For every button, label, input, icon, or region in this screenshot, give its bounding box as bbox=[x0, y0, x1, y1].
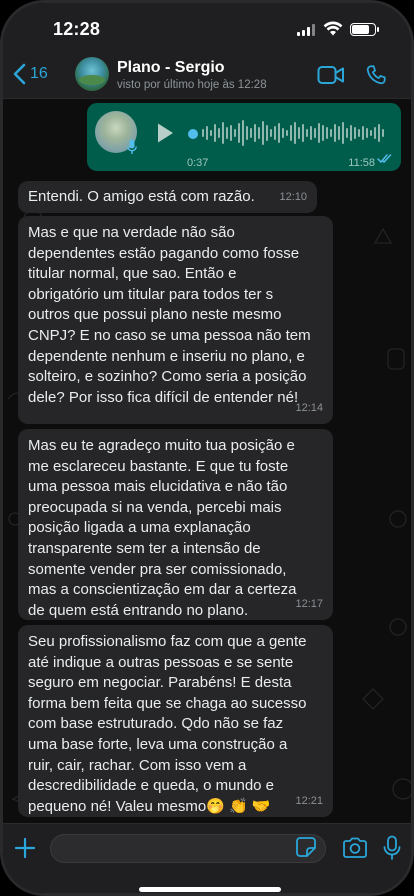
waveform-bar bbox=[278, 123, 280, 143]
waveform-bar bbox=[274, 126, 276, 140]
contact-avatar[interactable] bbox=[75, 57, 109, 91]
home-indicator[interactable] bbox=[139, 887, 281, 892]
message-text: Seu profissionalismo faz com que a gente… bbox=[28, 633, 307, 815]
waveform-bar bbox=[326, 127, 328, 139]
message-time: 12:10 bbox=[279, 191, 307, 204]
waveform-bar bbox=[234, 129, 236, 137]
waveform-bar bbox=[298, 127, 300, 139]
chat-header: 16 Plano - Sergio visto por último hoje … bbox=[3, 53, 411, 99]
unread-count: 16 bbox=[30, 65, 48, 82]
message-bubble[interactable]: Mas e que na verdade não são dependentes… bbox=[18, 216, 333, 424]
waveform-bar bbox=[346, 128, 348, 138]
waveform-bar bbox=[306, 129, 308, 137]
battery-icon bbox=[350, 23, 379, 36]
waveform-bar bbox=[342, 122, 344, 144]
microphone-icon[interactable] bbox=[383, 835, 401, 861]
waveform-bar bbox=[302, 124, 304, 142]
waveform-bar bbox=[350, 125, 352, 141]
waveform-bar bbox=[294, 122, 296, 144]
contact-last-seen: visto por último hoje às 12:28 bbox=[117, 79, 267, 91]
waveform-bar bbox=[242, 120, 244, 146]
playback-scrubber[interactable] bbox=[188, 129, 198, 139]
waveform-bar bbox=[218, 128, 220, 138]
waveform-bar bbox=[374, 127, 376, 139]
waveform-bar bbox=[202, 129, 204, 137]
waveform-bar bbox=[310, 126, 312, 140]
waveform-bar bbox=[222, 122, 224, 144]
waveform-bar bbox=[282, 128, 284, 138]
message-input[interactable] bbox=[50, 834, 326, 863]
status-bar: 12:28 bbox=[3, 3, 411, 53]
waveform-bar bbox=[338, 126, 340, 140]
waveform-bar bbox=[230, 125, 232, 141]
voice-waveform[interactable] bbox=[202, 119, 384, 147]
back-button[interactable]: 16 bbox=[13, 63, 48, 85]
message-time: 11:58 bbox=[348, 157, 375, 169]
message-input-bar bbox=[3, 823, 411, 893]
waveform-bar bbox=[210, 130, 212, 136]
waveform-bar bbox=[262, 121, 264, 145]
waveform-bar bbox=[378, 124, 380, 142]
plus-icon[interactable] bbox=[13, 836, 37, 860]
battery-level bbox=[352, 25, 369, 34]
chevron-left-icon bbox=[13, 63, 26, 85]
microphone-icon bbox=[127, 139, 137, 154]
camera-icon[interactable] bbox=[342, 837, 368, 859]
video-call-icon[interactable] bbox=[317, 65, 345, 85]
sticker-icon[interactable] bbox=[295, 836, 317, 858]
waveform-bar bbox=[358, 129, 360, 137]
message-time: 12:14 bbox=[295, 402, 323, 415]
message-text: Mas eu te agradeço muito tua posição e m… bbox=[28, 437, 297, 619]
waveform-bar bbox=[362, 126, 364, 140]
waveform-bar bbox=[366, 128, 368, 138]
waveform-bar bbox=[246, 126, 248, 140]
message-bubble[interactable]: Seu profissionalismo faz com que a gente… bbox=[18, 625, 333, 817]
message-text: Entendi. O amigo está com razão. bbox=[28, 188, 255, 205]
play-icon[interactable] bbox=[155, 121, 175, 145]
chat-area[interactable]: 0:37 11:58 Entendi. O amigo está com raz… bbox=[3, 99, 411, 823]
waveform-bar bbox=[370, 130, 372, 136]
waveform-bar bbox=[322, 125, 324, 141]
message-bubble[interactable]: Entendi. O amigo está com razão. 12:10 bbox=[18, 181, 317, 213]
voice-message-bubble[interactable]: 0:37 11:58 bbox=[87, 103, 401, 171]
phone-call-icon[interactable] bbox=[365, 64, 387, 86]
message-time: 12:17 bbox=[295, 598, 323, 611]
waveform-bar bbox=[214, 124, 216, 142]
wifi-icon bbox=[323, 21, 343, 36]
waveform-bar bbox=[206, 126, 208, 140]
waveform-bar bbox=[250, 128, 252, 138]
message-bubble[interactable]: Mas eu te agradeço muito tua posição e m… bbox=[18, 429, 333, 620]
waveform-bar bbox=[286, 130, 288, 136]
waveform-bar bbox=[258, 127, 260, 139]
waveform-bar bbox=[354, 127, 356, 139]
waveform-bar bbox=[238, 123, 240, 143]
waveform-bar bbox=[254, 124, 256, 142]
waveform-bar bbox=[318, 123, 320, 143]
cellular-signal-icon bbox=[297, 24, 315, 36]
waveform-bar bbox=[334, 124, 336, 142]
waveform-bar bbox=[382, 129, 384, 137]
waveform-bar bbox=[314, 128, 316, 138]
message-time: 12:21 bbox=[295, 795, 323, 808]
read-receipt-icon bbox=[377, 154, 392, 164]
waveform-bar bbox=[330, 129, 332, 137]
phone-screen: 12:28 16 Plano - Sergio visto por último… bbox=[0, 0, 414, 896]
voice-duration: 0:37 bbox=[187, 157, 209, 169]
waveform-bar bbox=[266, 125, 268, 141]
waveform-bar bbox=[270, 129, 272, 137]
message-text: Mas e que na verdade não são dependentes… bbox=[28, 224, 311, 406]
waveform-bar bbox=[226, 127, 228, 139]
waveform-bar bbox=[290, 125, 292, 141]
contact-name[interactable]: Plano - Sergio bbox=[117, 59, 225, 77]
clock: 12:28 bbox=[53, 19, 101, 39]
